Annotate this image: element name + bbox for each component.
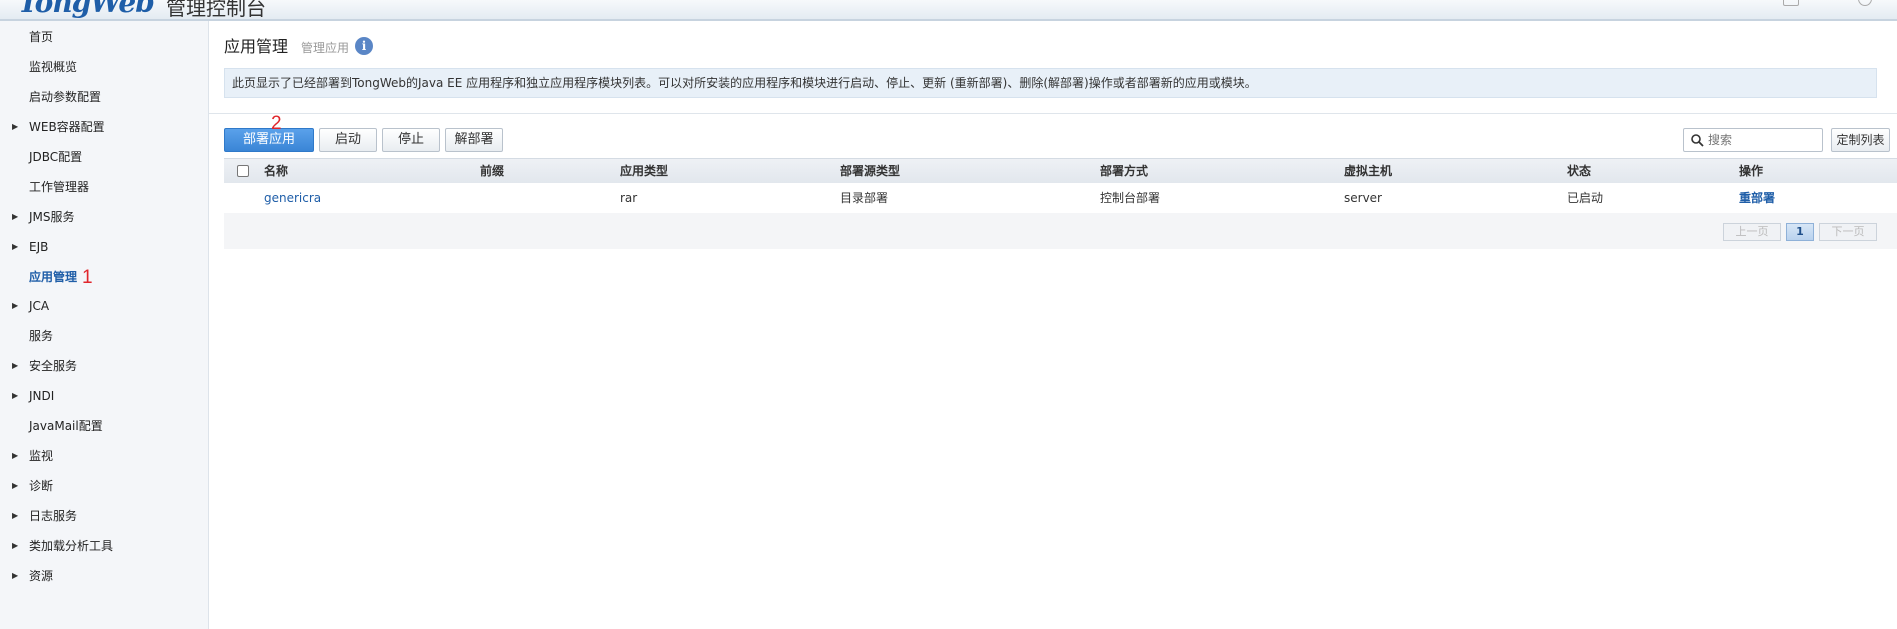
sidebar-item-label: 应用管理	[29, 270, 78, 284]
sidebar-item-label: 日志服务	[29, 509, 78, 523]
sidebar-item-label: 监视概览	[29, 60, 78, 74]
table-header: 名称 前缀 应用类型 部署源类型 部署方式 虚拟主机 状态 操作	[224, 158, 1897, 184]
sidebar-item-monitor-overview[interactable]: 监视概览	[0, 56, 208, 78]
search-icon	[1691, 134, 1704, 147]
customize-list-button[interactable]: 定制列表	[1831, 128, 1890, 152]
sidebar-item-web-container[interactable]: ▶ WEB容器配置	[0, 116, 208, 138]
caret-right-icon: ▶	[12, 451, 19, 460]
sidebar-item-home[interactable]: 首页	[0, 26, 208, 48]
annotation-marker-2: 2	[271, 113, 282, 134]
sidebar-item-label: JCA	[29, 299, 50, 313]
app-name-link[interactable]: genericra	[264, 183, 321, 213]
column-header-deploy-mode[interactable]: 部署方式	[1100, 159, 1148, 183]
sidebar-item-app-management[interactable]: 应用管理 1	[0, 266, 208, 288]
caret-right-icon: ▶	[12, 511, 19, 520]
caret-right-icon: ▶	[12, 541, 19, 550]
caret-right-icon: ▶	[12, 361, 19, 370]
caret-right-icon: ▶	[12, 391, 19, 400]
sidebar-item-label: JavaMail配置	[29, 419, 103, 433]
sidebar-item-jms[interactable]: ▶ JMS服务	[0, 206, 208, 228]
cell-virtual-host: server	[1344, 191, 1382, 205]
caret-right-icon: ▶	[12, 301, 19, 310]
sidebar-item-javamail[interactable]: JavaMail配置	[0, 415, 208, 437]
deploy-app-button[interactable]: 部署应用	[224, 128, 314, 152]
sidebar-item-label: EJB	[29, 240, 49, 254]
sidebar-item-ejb[interactable]: ▶ EJB	[0, 236, 208, 258]
sidebar-item-label: JMS服务	[29, 210, 75, 224]
annotation-marker-1: 1	[82, 267, 93, 288]
sidebar-item-monitor[interactable]: ▶ 监视	[0, 445, 208, 467]
sidebar-item-label: JDBC配置	[29, 150, 83, 164]
caret-right-icon: ▶	[12, 122, 19, 131]
cell-app-type: rar	[620, 191, 638, 205]
caret-right-icon: ▶	[12, 571, 19, 580]
page-title: 应用管理	[224, 37, 289, 56]
caret-right-icon: ▶	[12, 242, 19, 251]
page-description: 此页显示了已经部署到TongWeb的Java EE 应用程序和独立应用程序模块列…	[224, 68, 1877, 98]
sidebar-item-label: 首页	[29, 30, 54, 44]
divider	[209, 113, 1897, 114]
select-all-checkbox[interactable]	[237, 165, 249, 177]
sidebar-item-label: 启动参数配置	[29, 90, 102, 104]
table-row: genericra rar 目录部署 控制台部署 server 已启动 重部署	[224, 183, 1897, 214]
column-header-prefix[interactable]: 前缀	[480, 159, 504, 183]
sidebar: 首页 监视概览 启动参数配置 ▶ WEB容器配置 JDBC配置 工作管理器 ▶ …	[0, 21, 209, 629]
undeploy-button[interactable]: 解部署	[445, 128, 503, 152]
sidebar-item-label: 类加载分析工具	[29, 539, 114, 553]
page-subtitle: 管理应用	[301, 41, 350, 55]
main-content: 应用管理 管理应用 i 此页显示了已经部署到TongWeb的Java EE 应用…	[209, 21, 1897, 629]
column-header-virtual-host[interactable]: 虚拟主机	[1344, 159, 1392, 183]
console-title: 管理控制台	[166, 0, 266, 20]
column-header-source-type[interactable]: 部署源类型	[840, 159, 900, 183]
sidebar-item-work-manager[interactable]: 工作管理器	[0, 176, 208, 198]
sidebar-item-label: 资源	[29, 569, 54, 583]
sidebar-item-jca[interactable]: ▶ JCA	[0, 295, 208, 317]
start-button[interactable]: 启动	[319, 128, 377, 152]
cell-deploy-mode: 控制台部署	[1100, 191, 1161, 205]
sidebar-item-classloader-tool[interactable]: ▶ 类加载分析工具	[0, 535, 208, 557]
sidebar-item-diagnose[interactable]: ▶ 诊断	[0, 475, 208, 497]
column-header-action: 操作	[1739, 164, 1764, 178]
prev-page-button[interactable]: 上一页	[1723, 223, 1781, 241]
sidebar-item-services[interactable]: 服务	[0, 325, 208, 347]
sidebar-item-startup-params[interactable]: 启动参数配置	[0, 86, 208, 108]
caret-right-icon: ▶	[12, 481, 19, 490]
search-input[interactable]	[1708, 131, 1816, 149]
stop-button[interactable]: 停止	[382, 128, 440, 152]
sidebar-item-log-service[interactable]: ▶ 日志服务	[0, 505, 208, 527]
sidebar-item-jndi[interactable]: ▶ JNDI	[0, 385, 208, 407]
pagination: 上一页 1 下一页	[224, 213, 1897, 249]
sidebar-item-label: 安全服务	[29, 359, 78, 373]
column-header-name[interactable]: 名称	[264, 159, 288, 183]
sidebar-item-label: 工作管理器	[29, 180, 90, 194]
column-header-app-type[interactable]: 应用类型	[620, 159, 668, 183]
sidebar-item-label: 服务	[29, 329, 54, 343]
next-page-button[interactable]: 下一页	[1819, 223, 1877, 241]
caret-right-icon: ▶	[12, 212, 19, 221]
tongweb-logo: TongWeb	[18, 0, 155, 19]
cell-status: 已启动	[1567, 191, 1604, 205]
redeploy-link[interactable]: 重部署	[1739, 183, 1775, 213]
sidebar-item-label: WEB容器配置	[29, 120, 105, 134]
sidebar-item-label: JNDI	[29, 389, 55, 403]
sidebar-item-resources[interactable]: ▶ 资源	[0, 565, 208, 587]
help-icon[interactable]	[1858, 0, 1872, 6]
cell-source-type: 目录部署	[840, 191, 889, 205]
sidebar-item-label: 监视	[29, 449, 54, 463]
sidebar-item-jdbc[interactable]: JDBC配置	[0, 146, 208, 168]
info-icon[interactable]: i	[355, 37, 373, 55]
search-box[interactable]	[1683, 128, 1823, 152]
window-icon[interactable]	[1783, 0, 1799, 6]
sidebar-item-label: 诊断	[29, 479, 54, 493]
top-banner: TongWeb 管理控制台	[0, 0, 1897, 21]
column-header-status[interactable]: 状态	[1567, 159, 1591, 183]
page-number-button[interactable]: 1	[1786, 223, 1814, 241]
sidebar-item-security[interactable]: ▶ 安全服务	[0, 355, 208, 377]
